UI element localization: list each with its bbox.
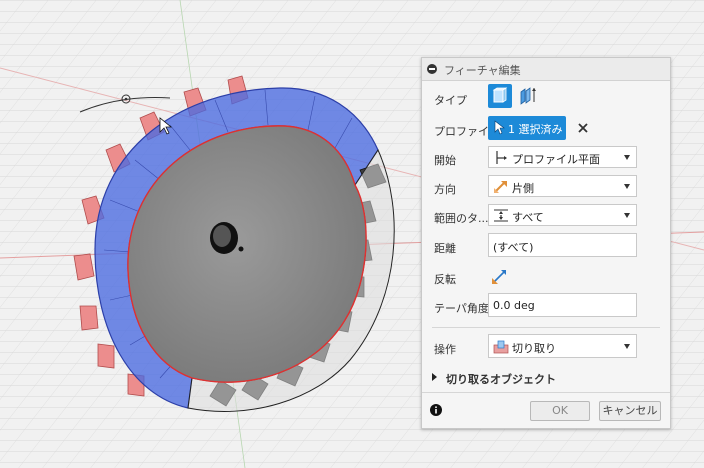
dialog-title-bar[interactable]: フィーチャ編集 — [422, 58, 670, 81]
profile-plane-icon — [496, 151, 507, 164]
type-solid-button[interactable] — [488, 84, 512, 108]
collapse-icon[interactable] — [427, 64, 437, 74]
one-side-direction-icon — [494, 181, 507, 193]
objects-to-cut-section[interactable]: 切り取るオブジェクト — [422, 369, 670, 389]
direction-label: 方向 — [434, 183, 456, 196]
info-icon[interactable] — [430, 404, 442, 416]
type-thin-button[interactable] — [516, 84, 540, 108]
extent-all-icon — [494, 209, 508, 222]
chevron-down-icon — [624, 213, 630, 218]
flip-direction-icon[interactable] — [490, 268, 508, 286]
cut-operation-icon — [493, 340, 509, 354]
feature-edit-dialog: フィーチャ編集 タイプ プロファイル 1 選択済み 開始 プロファイル平面 方向… — [421, 57, 671, 429]
chevron-down-icon — [624, 155, 630, 160]
distance-label: 距離 — [434, 242, 456, 255]
operation-dropdown[interactable]: 切り取り — [488, 334, 637, 358]
operation-row: 操作 切り取り — [422, 334, 670, 362]
direction-dropdown[interactable]: 片側 — [488, 175, 637, 197]
footer-divider — [422, 392, 670, 393]
operation-label: 操作 — [434, 343, 456, 356]
thin-extrude-icon — [520, 87, 536, 105]
taper-row: テーパ角度 0.0 deg — [422, 293, 670, 321]
profile-value: 1 選択済み — [508, 123, 563, 136]
select-cursor-icon — [494, 120, 505, 135]
expand-triangle-icon — [432, 373, 437, 381]
distance-value: (すべて) — [493, 241, 534, 254]
profile-select-button[interactable]: 1 選択済み — [488, 116, 566, 140]
direction-value: 片側 — [512, 182, 534, 195]
distance-field[interactable]: (すべて) — [488, 233, 637, 257]
start-label: 開始 — [434, 154, 456, 167]
dialog-title: フィーチャ編集 — [444, 64, 521, 77]
extent-row: 範囲のタ... すべて — [422, 204, 670, 230]
type-row: タイプ — [422, 84, 670, 112]
flip-label: 反転 — [434, 273, 456, 286]
profile-row: プロファイル 1 選択済み — [422, 116, 670, 144]
type-label: タイプ — [434, 94, 467, 107]
direction-row: 方向 片側 — [422, 175, 670, 201]
extent-label: 範囲のタ... — [434, 212, 489, 225]
solid-extrude-icon — [492, 87, 508, 103]
objects-to-cut-label: 切り取るオブジェクト — [446, 373, 556, 386]
flip-row: 反転 — [422, 265, 670, 291]
taper-label: テーパ角度 — [434, 302, 489, 315]
start-value: プロファイル平面 — [512, 153, 600, 166]
divider — [432, 327, 660, 328]
cancel-button[interactable]: キャンセル — [599, 401, 661, 421]
clear-selection-icon[interactable] — [577, 122, 589, 134]
extent-dropdown[interactable]: すべて — [488, 204, 637, 226]
ok-button[interactable]: OK — [530, 401, 590, 421]
taper-value: 0.0 deg — [493, 299, 535, 312]
chevron-down-icon — [624, 184, 630, 189]
operation-value: 切り取り — [512, 342, 556, 355]
taper-angle-field[interactable]: 0.0 deg — [488, 293, 637, 317]
distance-row: 距離 (すべて) — [422, 233, 670, 261]
start-dropdown[interactable]: プロファイル平面 — [488, 146, 637, 168]
extent-value: すべて — [512, 211, 544, 224]
start-row: 開始 プロファイル平面 — [422, 146, 670, 172]
chevron-down-icon — [624, 344, 630, 349]
